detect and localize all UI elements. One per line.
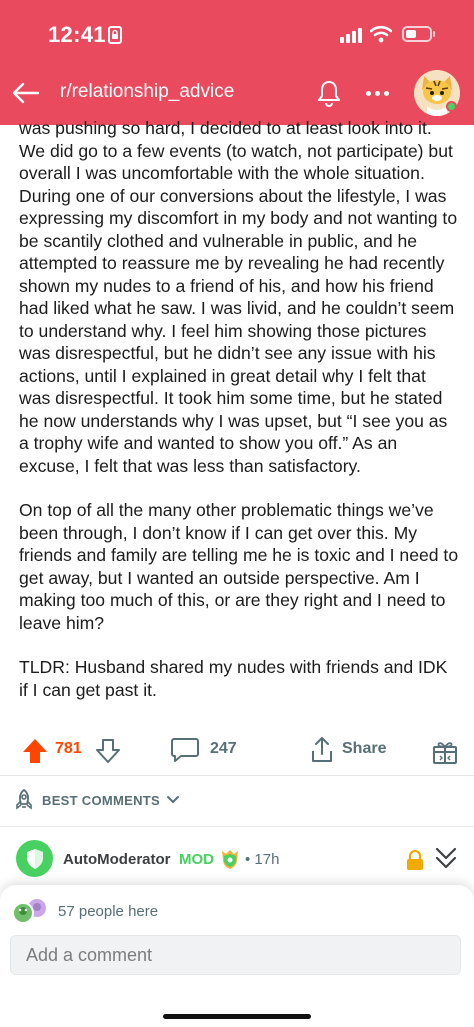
share-button[interactable] [310,736,334,764]
upvote-arrow-icon [23,739,47,763]
more-dots-icon [365,90,371,96]
bell-icon [318,81,340,107]
downvote-arrow-icon [96,739,120,763]
downvote-button[interactable] [95,738,121,764]
shield-icon [26,848,43,869]
comment-sort-dropdown[interactable]: BEST COMMENTS [12,787,180,813]
collapse-chevron-icon [435,847,457,869]
post-actions-bar: 781 247 Share [0,728,474,772]
comment-bubble-icon [171,738,199,762]
more-options-button[interactable] [360,78,394,108]
online-status-indicator [446,101,457,112]
comment-author[interactable]: AutoModerator [63,851,171,868]
post-paragraph: was pushing so hard, I decided to at lea… [19,118,458,476]
share-label[interactable]: Share [342,740,386,758]
post-paragraph: On top of all the many other problematic… [19,500,459,633]
chevron-down-icon [167,796,180,804]
lock-icon [405,849,425,871]
presence-count: 57 people here [58,903,159,920]
comment-composer-sheet: 57 people here [0,885,474,1027]
back-arrow-icon [12,82,40,104]
presence-avatars [10,897,50,925]
collapse-thread-button[interactable] [430,842,462,874]
add-comment-input[interactable] [10,935,461,975]
orientation-lock-icon [108,26,122,49]
mod-flair-icon [219,848,241,870]
comment-timestamp: • 17h [245,851,280,868]
sort-label: BEST COMMENTS [42,792,161,808]
comments-button[interactable] [170,736,200,764]
subreddit-title[interactable]: r/relationship_advice [60,81,234,103]
automoderator-avatar[interactable] [16,840,53,877]
post-body: was pushing so hard, I decided to at lea… [19,117,459,701]
comment-header-row[interactable]: AutoModerator MOD • 17h [0,838,474,882]
vote-score: 781 [55,740,82,757]
mod-badge: MOD [179,851,214,868]
section-divider [0,775,474,776]
app-header: 12:41 r/relationship_advice [0,0,474,125]
award-button[interactable] [431,737,459,765]
home-indicator [163,1014,311,1019]
wifi-icon [369,25,393,48]
status-time: 12:41 [48,22,106,47]
cellular-signal-icon [340,27,362,43]
notifications-button[interactable] [313,77,345,109]
share-icon [312,737,332,762]
section-divider [0,826,474,827]
comment-count: 247 [210,740,237,757]
rocket-icon [16,788,32,810]
battery-icon [402,26,435,42]
back-button[interactable] [8,76,42,110]
status-bar: 12:41 [0,0,474,70]
upvote-button[interactable] [22,738,48,764]
post-tldr: TLDR: Husband shared my nudes with frien… [19,657,448,700]
award-gift-icon [433,742,457,764]
